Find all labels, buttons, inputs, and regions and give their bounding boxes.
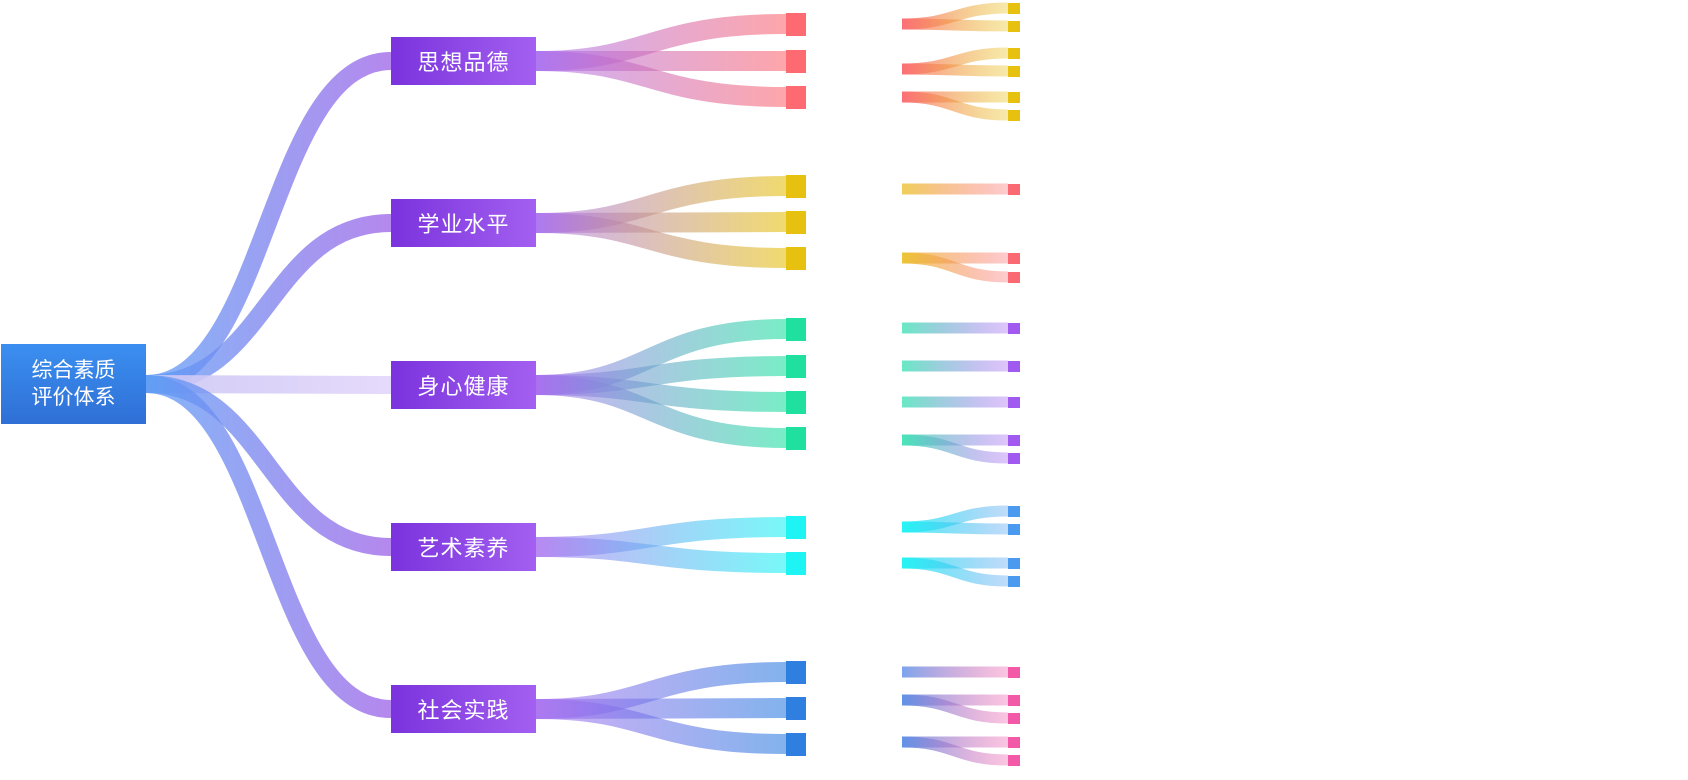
sub-node-5-1[interactable] (1008, 252, 1020, 264)
node-yishu-suyang[interactable]: 艺术素养 (391, 523, 536, 571)
leaf-node-1-3[interactable] (786, 86, 806, 109)
sub-link-2-2 (901, 63, 1009, 77)
sub-node-8-1[interactable] (1008, 396, 1020, 408)
leaf-node-1-2[interactable] (786, 50, 806, 73)
sub-node-9-1[interactable] (1008, 434, 1020, 446)
sub-node-10-1[interactable] (1008, 505, 1020, 517)
leaf-node-5-1[interactable] (786, 661, 806, 684)
leaf-node-5-2[interactable] (786, 697, 806, 720)
sub-node-1-1[interactable] (1008, 2, 1020, 14)
sub-node-12-1[interactable] (1008, 666, 1020, 678)
sub-node-10-2[interactable] (1008, 523, 1020, 535)
sub-node-9-2[interactable] (1008, 452, 1020, 464)
sub-node-14-1[interactable] (1008, 736, 1020, 748)
trunk-link-2 (145, 214, 392, 393)
sub-node-2-2[interactable] (1008, 65, 1020, 77)
leaf-node-4-2[interactable] (786, 552, 806, 575)
leaf-node-3-1[interactable] (786, 318, 806, 341)
sub-node-1-2[interactable] (1008, 20, 1020, 32)
leaf-node-3-4[interactable] (786, 427, 806, 450)
leaf-node-2-2[interactable] (786, 211, 806, 234)
diagram-canvas: 综合素质 评价体系 思想品德 学业水平 身心健康 艺术素养 社会实践 (0, 0, 1688, 780)
sub-link-10-2 (901, 521, 1009, 535)
sub-node-3-2[interactable] (1008, 109, 1020, 121)
link-layer (145, 2, 1009, 766)
leaf-node-4-1[interactable] (786, 516, 806, 539)
sub-link-1-2 (901, 18, 1009, 32)
leaf-node-1-1[interactable] (786, 13, 806, 36)
root-node[interactable]: 综合素质 评价体系 (1, 344, 146, 424)
leaf-node-3-3[interactable] (786, 391, 806, 414)
node-sixiang-pinde[interactable]: 思想品德 (391, 37, 536, 85)
sub-node-13-1[interactable] (1008, 694, 1020, 706)
sub-node-2-1[interactable] (1008, 47, 1020, 59)
sub-node-4-1[interactable] (1008, 183, 1020, 195)
node-shehui-shijian[interactable]: 社会实践 (391, 685, 536, 733)
node-xueye-shuiping[interactable]: 学业水平 (391, 199, 536, 247)
sub-node-14-2[interactable] (1008, 754, 1020, 766)
sub-node-7-1[interactable] (1008, 360, 1020, 372)
leaf-node-2-1[interactable] (786, 175, 806, 198)
sub-node-3-1[interactable] (1008, 91, 1020, 103)
leaf-node-5-3[interactable] (786, 733, 806, 756)
sub-node-5-2[interactable] (1008, 271, 1020, 283)
branch-link-4-2 (535, 537, 787, 573)
leaf-node-2-3[interactable] (786, 247, 806, 270)
leaf-node-3-2[interactable] (786, 355, 806, 378)
node-shenxin-jiankang[interactable]: 身心健康 (391, 361, 536, 409)
sub-node-13-2[interactable] (1008, 712, 1020, 724)
sub-node-6-1[interactable] (1008, 322, 1020, 334)
sub-node-11-1[interactable] (1008, 557, 1020, 569)
sub-node-11-2[interactable] (1008, 575, 1020, 587)
